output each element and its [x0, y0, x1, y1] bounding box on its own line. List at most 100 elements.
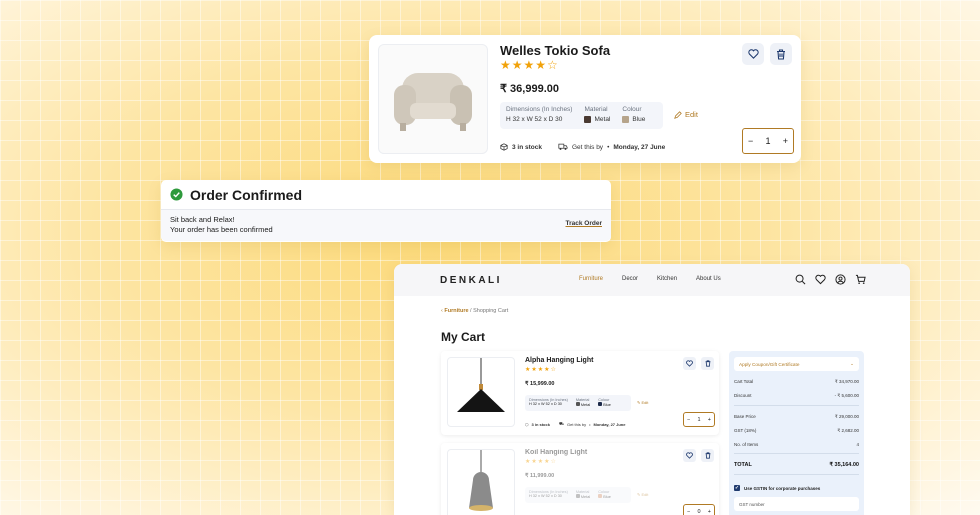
quantity-value: 0 [697, 508, 701, 515]
item-wishlist-button[interactable] [683, 357, 696, 370]
order-confirmed-message: Sit back and Relax! Your order has been … [161, 210, 611, 241]
gst-number-input[interactable]: GST number [734, 497, 859, 511]
checkbox-checked-icon: ✓ [734, 485, 740, 491]
quantity-stepper[interactable]: − 1 + [742, 128, 794, 154]
cart-total-row: Cart Total ₹ 34,970.00 [734, 379, 859, 385]
items-count-value: 4 [856, 442, 859, 447]
item-edit-button[interactable]: ✎ Edit [637, 400, 648, 405]
truck-icon: ⛟ [558, 421, 564, 426]
trash-icon [705, 360, 710, 367]
item-rating: ★★★★☆ [525, 459, 557, 465]
product-card: Welles Tokio Sofa ★★★★☆ ₹ 36,999.00 Dime… [369, 35, 801, 163]
product-attributes: Dimensions (In Inches) H 32 x W 52 x D 3… [500, 102, 663, 129]
colour-swatch [598, 402, 603, 406]
dome-lamp-image [469, 450, 493, 511]
delete-button[interactable] [770, 43, 792, 65]
pencil-icon: ✎ [637, 492, 641, 497]
back-chevron-icon[interactable]: ‹ [441, 308, 443, 314]
material-label: Material [584, 106, 608, 113]
breadcrumb-root[interactable]: Furniture [444, 308, 468, 314]
item-edit-button[interactable]: ✎ Edit [637, 492, 648, 497]
item-quantity-stepper[interactable]: − 1 + [683, 412, 715, 427]
colour-value: Blue [603, 403, 611, 407]
product-image[interactable] [378, 44, 488, 154]
divider [734, 474, 859, 475]
rating-stars: ★★★★☆ [500, 58, 559, 72]
item-name: Koil Hanging Light [525, 449, 588, 456]
breadcrumb-current: / Shopping Cart [470, 308, 509, 314]
account-icon[interactable] [835, 274, 846, 285]
breadcrumb: ‹ Furniture / Shopping Cart [441, 308, 508, 314]
item-delete-button[interactable] [701, 449, 714, 462]
cart-total-value: ₹ 34,970.00 [834, 379, 859, 384]
coupon-dropdown[interactable]: Apply Coupon/Gift Certificate ⌄ [734, 357, 859, 371]
trash-icon [777, 48, 785, 60]
item-name: Alpha Hanging Light [525, 357, 594, 364]
item-price: ₹ 15,999.00 [525, 381, 555, 387]
search-icon[interactable] [795, 274, 806, 285]
item-wishlist-button[interactable] [683, 449, 696, 462]
cart-icon[interactable] [855, 274, 866, 285]
items-count-row: No. of Items 4 [734, 442, 859, 447]
item-quantity-stepper[interactable]: − 0 + [683, 504, 715, 515]
item-price: ₹ 11,999.00 [525, 473, 555, 479]
order-confirmed-header: Order Confirmed [161, 180, 611, 210]
colour-label: Colour [622, 106, 642, 113]
decrease-button[interactable]: − [687, 509, 690, 515]
nav-about-us[interactable]: About Us [696, 276, 721, 282]
colour-value: Blue [603, 495, 611, 499]
product-meta: 3 in stock Get this by • Monday, 27 June [500, 143, 665, 151]
total-label: TOTAL [734, 462, 752, 468]
dimensions-label: Dimensions (In Inches) [506, 106, 573, 113]
increase-button[interactable]: + [783, 136, 788, 146]
increase-button[interactable]: + [708, 417, 711, 423]
gstin-label: Use GSTIN for corporate purchases [744, 485, 821, 491]
delivery-separator: • [607, 143, 610, 151]
stock-text: 3 in stock [512, 143, 542, 151]
item-attributes: Dimensions (In Inches) H 32 x W 52 x D 30… [525, 487, 631, 503]
chevron-down-icon: ⌄ [850, 361, 854, 366]
heart-icon [686, 360, 693, 367]
total-value: ₹ 35,164.00 [829, 462, 860, 468]
item-image[interactable] [447, 449, 515, 515]
item-attributes: Dimensions (In Inches) H 32 x W 52 x D 30… [525, 395, 631, 411]
wishlist-heart-icon[interactable] [815, 274, 826, 285]
order-summary: Apply Coupon/Gift Certificate ⌄ Cart Tot… [729, 351, 864, 515]
item-stock: 3 in stock [531, 421, 550, 427]
order-confirmed-card: Order Confirmed Sit back and Relax! Your… [161, 180, 611, 242]
increase-button[interactable]: + [708, 509, 711, 515]
nav-furniture[interactable]: Furniture [579, 276, 603, 282]
delivery-date: Monday, 27 June [613, 143, 666, 151]
heart-icon [686, 452, 693, 459]
decrease-button[interactable]: − [748, 136, 753, 146]
wishlist-button[interactable] [742, 43, 764, 65]
delivery-prefix: Get this by [571, 143, 604, 151]
coupon-label: Apply Coupon/Gift Certificate [739, 361, 800, 367]
pencil-icon: ✎ [637, 400, 641, 405]
gstin-checkbox[interactable]: ✓ Use GSTIN for corporate purchases [734, 485, 859, 491]
box-icon: ⬡ [525, 421, 529, 427]
item-image[interactable] [447, 357, 515, 427]
truck-icon [558, 143, 568, 150]
track-order-link[interactable]: Track Order [566, 220, 603, 227]
item-rating: ★★★★☆ [525, 367, 557, 373]
item-edit-label: Edit [641, 492, 649, 497]
dimensions-attr: Dimensions (In Inches) H 32 x W 52 x D 3… [506, 106, 572, 125]
decrease-button[interactable]: − [687, 417, 690, 423]
item-delete-button[interactable] [701, 357, 714, 370]
gst-label: GST (18%) [734, 428, 757, 433]
material-swatch [575, 494, 580, 498]
item-edit-label: Edit [641, 400, 649, 405]
nav-decor[interactable]: Decor [622, 276, 638, 282]
dimensions-value: H 32 x W 52 x D 30 [529, 402, 562, 406]
edit-button[interactable]: Edit [674, 110, 698, 119]
brand-logo[interactable]: DENKALI [440, 275, 502, 286]
discount-row: Discount - ₹ 5,600.00 [734, 393, 859, 399]
stock-info: 3 in stock [500, 143, 542, 151]
nav-kitchen[interactable]: Kitchen [657, 276, 677, 282]
quantity-value: 1 [765, 136, 771, 146]
cart-total-label: Cart Total [734, 379, 754, 384]
cart-item: Alpha Hanging Light ★★★★☆ ₹ 15,999.00 Di… [441, 351, 719, 435]
pencil-icon [674, 110, 682, 119]
material-swatch [584, 116, 592, 123]
